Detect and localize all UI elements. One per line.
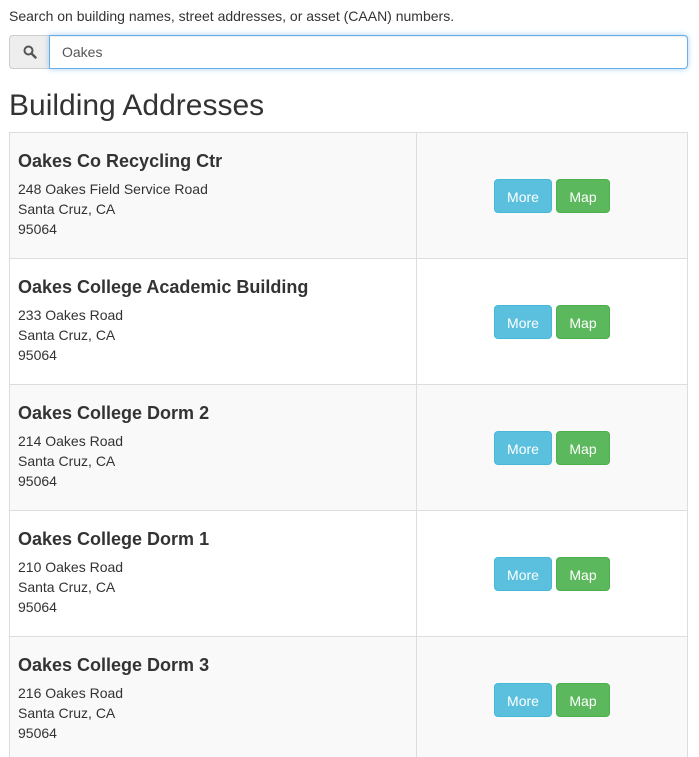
map-button[interactable]: Map bbox=[556, 304, 610, 339]
building-zip: 95064 bbox=[18, 221, 57, 237]
building-street: 248 Oakes Field Service Road bbox=[18, 181, 208, 197]
page: Search on building names, street address… bbox=[0, 0, 699, 757]
building-actions: More Map bbox=[417, 637, 687, 757]
building-table: Oakes Co Recycling Ctr 248 Oakes Field S… bbox=[9, 132, 688, 757]
building-actions: More Map bbox=[417, 133, 687, 258]
building-street: 216 Oakes Road bbox=[18, 685, 124, 701]
building-name: Oakes College Dorm 3 bbox=[18, 655, 210, 675]
building-actions: More Map bbox=[417, 385, 687, 510]
search-bar bbox=[9, 35, 688, 69]
building-zip: 95064 bbox=[18, 725, 57, 741]
table-row: Oakes Co Recycling Ctr 248 Oakes Field S… bbox=[9, 132, 688, 258]
building-city: Santa Cruz, CA bbox=[18, 453, 116, 469]
table-row: Oakes College Dorm 3 216 Oakes Road Sant… bbox=[9, 636, 688, 757]
map-button[interactable]: Map bbox=[556, 556, 610, 591]
building-city: Santa Cruz, CA bbox=[18, 201, 116, 217]
more-button[interactable]: More bbox=[494, 556, 552, 591]
table-row: Oakes College Dorm 1 210 Oakes Road Sant… bbox=[9, 510, 688, 636]
building-name: Oakes College Dorm 1 bbox=[18, 529, 210, 549]
building-name: Oakes College Dorm 2 bbox=[18, 403, 210, 423]
building-city: Santa Cruz, CA bbox=[18, 327, 116, 343]
building-info: Oakes College Academic Building 233 Oake… bbox=[10, 259, 417, 384]
page-title: Building Addresses bbox=[9, 89, 265, 122]
building-city: Santa Cruz, CA bbox=[18, 705, 116, 721]
building-street: 214 Oakes Road bbox=[18, 433, 124, 449]
more-button[interactable]: More bbox=[494, 430, 552, 465]
building-street: 233 Oakes Road bbox=[18, 307, 124, 323]
building-zip: 95064 bbox=[18, 599, 57, 615]
building-actions: More Map bbox=[417, 259, 687, 384]
more-button[interactable]: More bbox=[494, 178, 552, 213]
building-zip: 95064 bbox=[18, 347, 57, 363]
building-city: Santa Cruz, CA bbox=[18, 579, 116, 595]
search-instructions: Search on building names, street address… bbox=[9, 8, 455, 24]
building-info: Oakes College Dorm 1 210 Oakes Road Sant… bbox=[10, 511, 417, 636]
map-button[interactable]: Map bbox=[556, 682, 610, 717]
more-button[interactable]: More bbox=[494, 304, 552, 339]
map-button[interactable]: Map bbox=[556, 178, 610, 213]
building-name: Oakes College Academic Building bbox=[18, 277, 309, 297]
building-actions: More Map bbox=[417, 511, 687, 636]
table-row: Oakes College Dorm 2 214 Oakes Road Sant… bbox=[9, 384, 688, 510]
map-button[interactable]: Map bbox=[556, 430, 610, 465]
table-row: Oakes College Academic Building 233 Oake… bbox=[9, 258, 688, 384]
building-info: Oakes Co Recycling Ctr 248 Oakes Field S… bbox=[10, 133, 417, 258]
search-icon bbox=[9, 35, 49, 69]
building-street: 210 Oakes Road bbox=[18, 559, 124, 575]
building-name: Oakes Co Recycling Ctr bbox=[18, 151, 223, 171]
search-input[interactable] bbox=[49, 35, 688, 69]
building-zip: 95064 bbox=[18, 473, 57, 489]
more-button[interactable]: More bbox=[494, 682, 552, 717]
building-info: Oakes College Dorm 3 216 Oakes Road Sant… bbox=[10, 637, 417, 757]
building-info: Oakes College Dorm 2 214 Oakes Road Sant… bbox=[10, 385, 417, 510]
